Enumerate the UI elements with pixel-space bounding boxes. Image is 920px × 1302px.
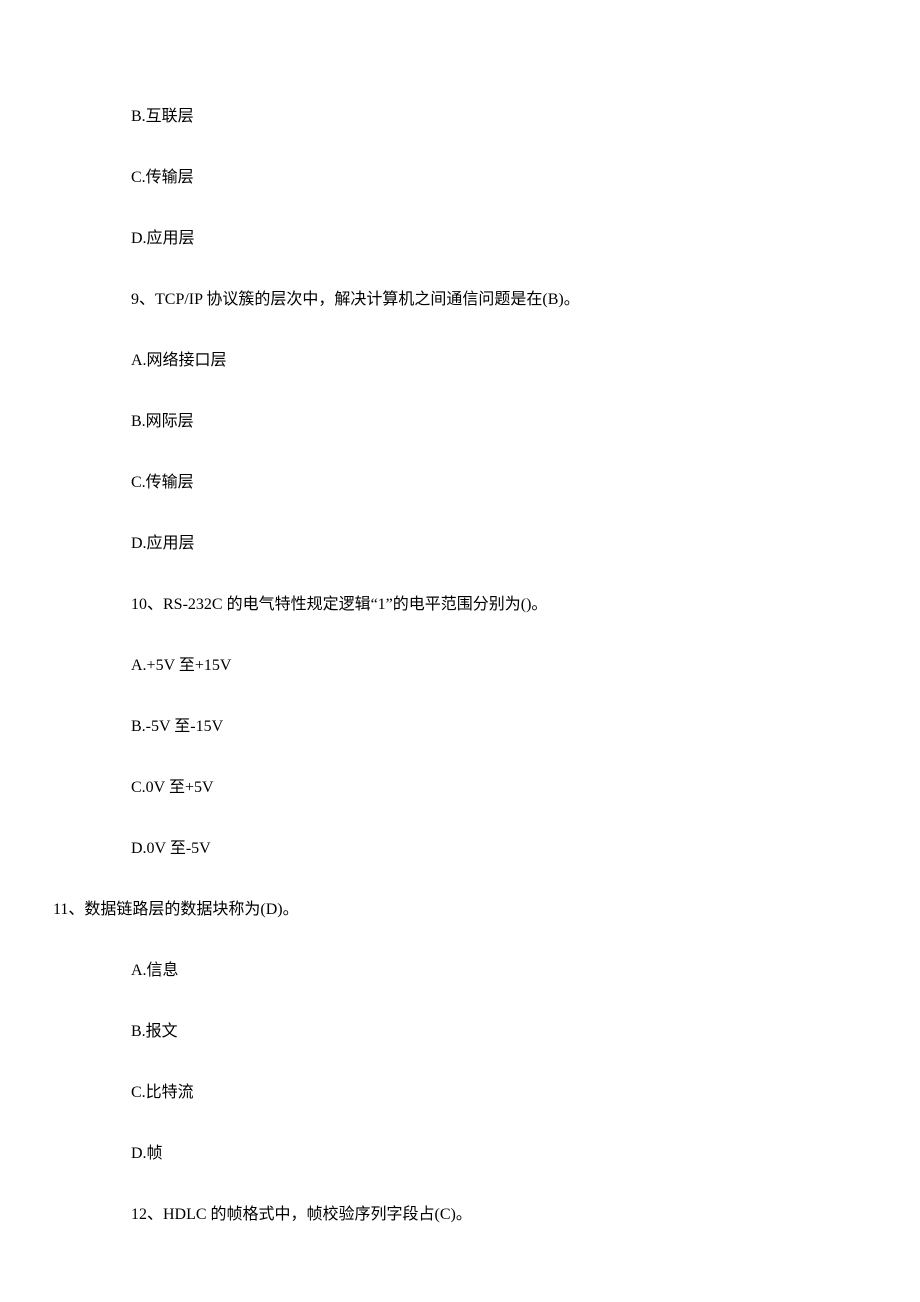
text-line: A.+5V 至+15V: [131, 654, 820, 678]
text-line: D.0V 至-5V: [131, 837, 820, 861]
text-line: D.帧: [131, 1142, 820, 1166]
text-line: C.传输层: [131, 166, 820, 190]
text-line: B.报文: [131, 1020, 820, 1044]
text-line: B.网际层: [131, 410, 820, 434]
text-line: B.-5V 至-15V: [131, 715, 820, 739]
text-line: A.信息: [131, 959, 820, 983]
text-line: 11、数据链路层的数据块称为(D)。: [53, 898, 820, 922]
text-line: C.比特流: [131, 1081, 820, 1105]
text-line: C.传输层: [131, 471, 820, 495]
text-line: D.应用层: [131, 532, 820, 556]
document-content: B.互联层 C.传输层 D.应用层 9、TCP/IP 协议簇的层次中，解决计算机之间通…: [131, 105, 820, 1227]
text-line: 10、RS-232C 的电气特性规定逻辑“1”的电平范围分别为()。: [131, 593, 820, 617]
text-line: B.互联层: [131, 105, 820, 129]
text-line: 12、HDLC 的帧格式中，帧校验序列字段占(C)。: [131, 1203, 820, 1227]
text-line: 9、TCP/IP 协议簇的层次中，解决计算机之间通信问题是在(B)。: [131, 288, 820, 312]
text-line: C.0V 至+5V: [131, 776, 820, 800]
text-line: A.网络接口层: [131, 349, 820, 373]
text-line: D.应用层: [131, 227, 820, 251]
